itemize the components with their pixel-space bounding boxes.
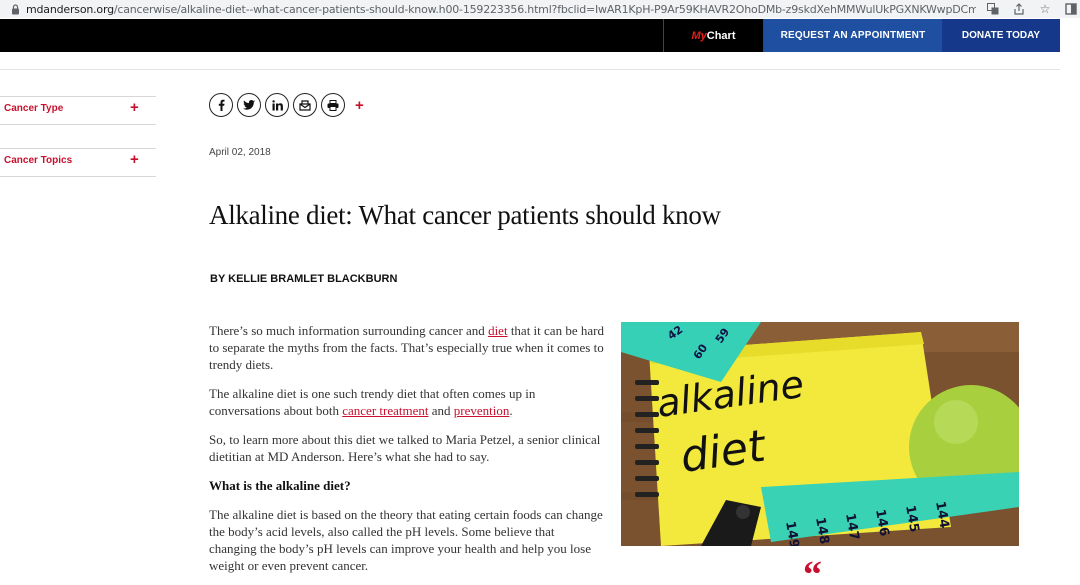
sidebar-item-label: Cancer Topics <box>4 155 73 166</box>
cancer-treatment-link[interactable]: cancer treatment <box>342 403 428 418</box>
article-title: Alkaline diet: What cancer patients shou… <box>209 200 721 230</box>
article-body: There’s so much information surrounding … <box>209 322 604 585</box>
share-bar: + <box>209 93 364 117</box>
tab-layout-icon[interactable] <box>1064 2 1078 16</box>
url-text[interactable]: mdanderson.org/cancerwise/alkaline-diet-… <box>26 3 976 16</box>
article-date: April 02, 2018 <box>209 147 271 158</box>
diet-link[interactable]: diet <box>488 323 508 338</box>
section-heading: What is the alkaline diet? <box>209 478 351 493</box>
linkedin-icon[interactable] <box>265 93 289 117</box>
paragraph: There’s so much information surrounding … <box>209 323 604 372</box>
donate-today-button[interactable]: DONATE TODAY <box>942 19 1060 52</box>
quote-mark-icon: “ <box>803 554 822 585</box>
expand-plus-icon[interactable]: + <box>130 99 139 116</box>
browser-address-bar[interactable]: mdanderson.org/cancerwise/alkaline-diet-… <box>0 0 1080 18</box>
request-appointment-button[interactable]: REQUEST AN APPOINTMENT <box>764 19 942 52</box>
twitter-icon[interactable] <box>237 93 261 117</box>
scrollbar[interactable] <box>1060 19 1080 585</box>
expand-plus-icon[interactable]: + <box>130 151 139 168</box>
lock-icon <box>8 3 22 15</box>
email-icon[interactable] <box>293 93 317 117</box>
sidebar-item-cancer-type[interactable]: Cancer Type + <box>0 97 156 125</box>
prevention-link[interactable]: prevention <box>454 403 510 418</box>
site-header: My Chart REQUEST AN APPOINTMENT DONATE TO… <box>0 19 1060 52</box>
header-divider <box>0 69 1060 70</box>
facebook-icon[interactable] <box>209 93 233 117</box>
paragraph: The alkaline diet is one such trendy die… <box>209 386 536 418</box>
paragraph: The alkaline diet is based on the theory… <box>209 507 603 573</box>
mychart-link[interactable]: My Chart <box>663 19 764 52</box>
sidebar-item-cancer-topics[interactable]: Cancer Topics + <box>0 149 156 177</box>
mychart-chart-text: Chart <box>706 29 736 42</box>
bookmark-star-icon[interactable]: ☆ <box>1038 2 1052 16</box>
paragraph: So, to learn more about this diet we tal… <box>209 432 601 464</box>
mychart-my-text: My <box>691 29 707 42</box>
article-photo: 42 60 59 149 148 147 146 145 144 alkalin… <box>621 322 1019 546</box>
article-byline: BY KELLIE BRAMLET BLACKBURN <box>210 273 398 285</box>
translate-icon[interactable] <box>986 2 1000 16</box>
more-share-plus-icon[interactable]: + <box>355 97 364 114</box>
sidebar-item-label: Cancer Type <box>4 103 64 114</box>
share-page-icon[interactable] <box>1012 2 1026 16</box>
print-icon[interactable] <box>321 93 345 117</box>
